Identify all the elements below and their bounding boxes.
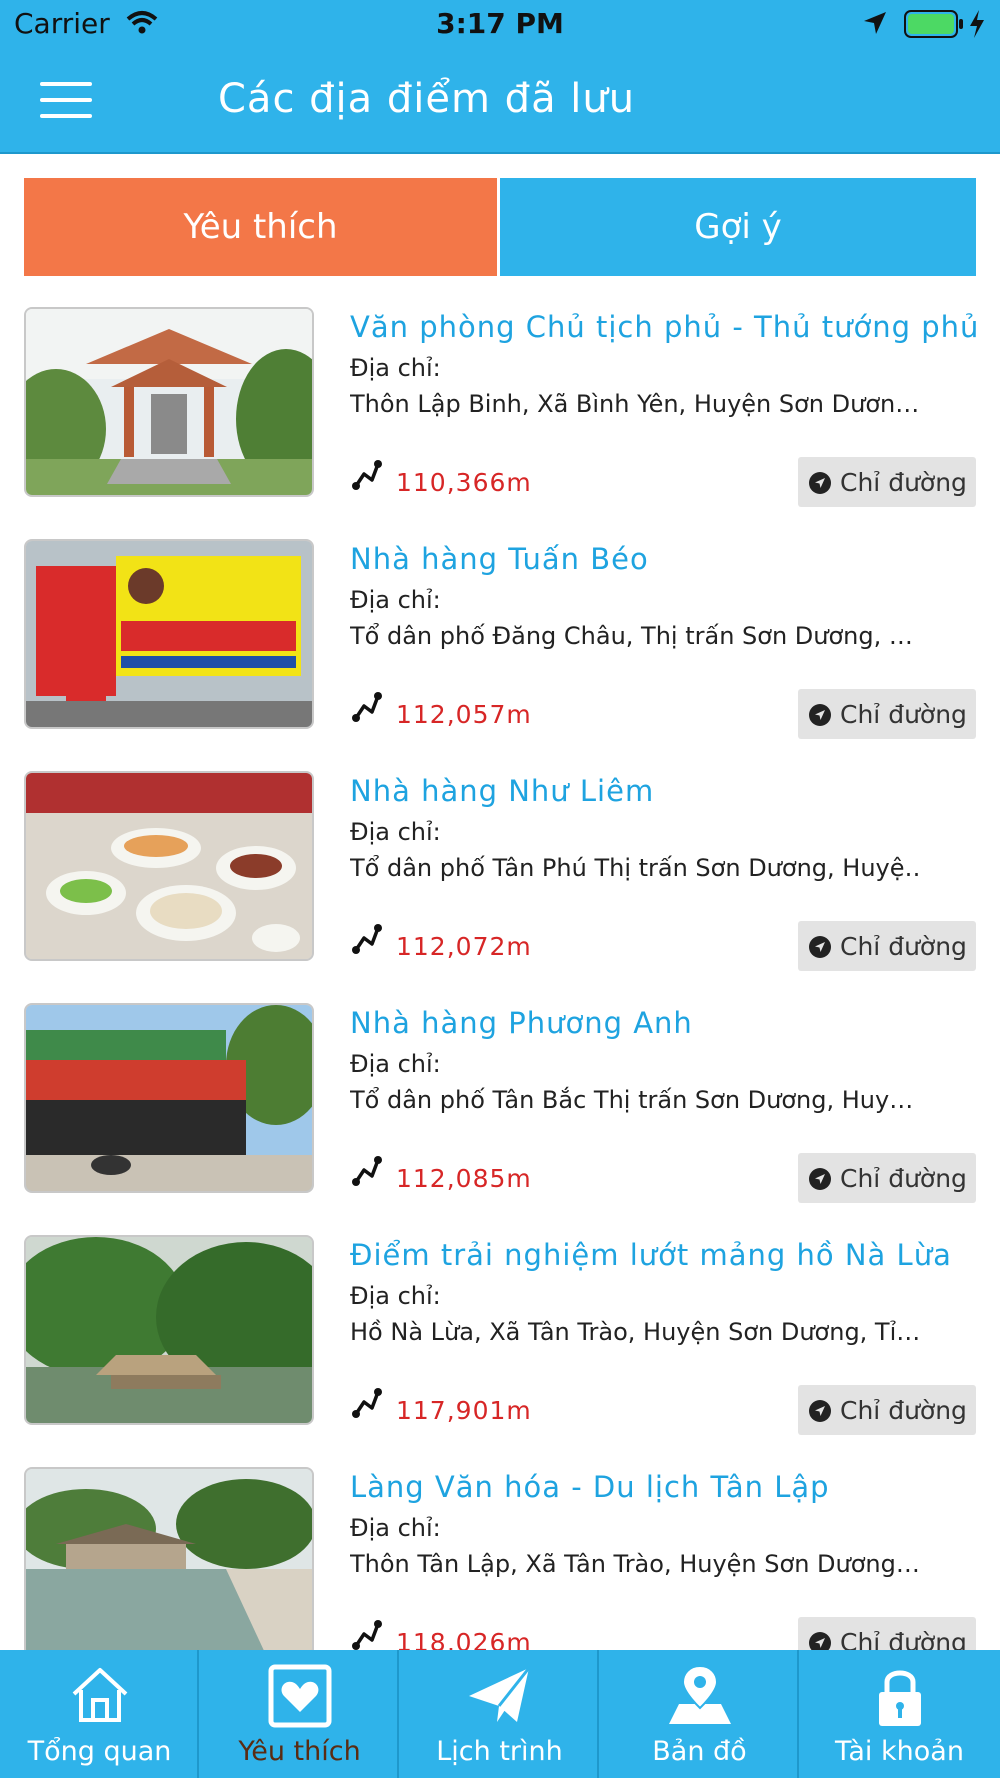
distance-text: 112,057m [396,700,532,729]
map-pin-icon [600,1664,799,1730]
location-arrow-icon [862,10,888,40]
address-text: Hồ Nà Lừa, Xã Tân Trào, Huyện Sơn Dương,… [350,1318,920,1346]
place-list[interactable]: Văn phòng Chủ tịch phủ - Thủ tướng phủ Đ… [0,302,1000,1650]
place-name[interactable]: Văn phòng Chủ tịch phủ - Thủ tướng phủ [350,310,979,344]
tab-suggestions[interactable]: Gợi ý [500,178,976,276]
battery-icon [904,10,964,42]
address-text: Thôn Tân Lập, Xã Tân Trào, Huyện Sơn Dươ… [350,1550,920,1578]
directions-button[interactable]: Chỉ đường [798,1617,976,1650]
directions-button[interactable]: Chỉ đường [798,689,976,739]
place-thumbnail [24,771,314,961]
route-icon [350,1386,384,1424]
route-icon [350,1154,384,1192]
clock-label: 3:17 PM [436,7,564,40]
directions-label: Chỉ đường [840,700,967,729]
navigation-bar: Các địa điểm đã lưu [0,48,1000,154]
navigation-icon [808,1631,832,1650]
list-item[interactable]: Làng Văn hóa - Du lịch Tân Lập Địa chỉ: … [0,1462,1000,1650]
navigation-icon [808,1399,832,1427]
tab-itinerary[interactable]: Lịch trình [400,1650,599,1778]
directions-label: Chỉ đường [840,1396,967,1425]
directions-label: Chỉ đường [840,932,967,961]
address-label: Địa chỉ: [350,1050,441,1078]
address-text: Tổ dân phố Tân Phú Thị trấn Sơn Dương, H… [350,854,920,882]
page-title: Các địa điểm đã lưu [218,76,636,122]
tab-label: Tổng quan [27,1736,172,1767]
distance-text: 110,366m [396,468,532,497]
place-thumbnail [24,307,314,497]
status-bar: Carrier 3:17 PM [0,0,1000,48]
navigation-icon [808,703,832,731]
tab-label: Tài khoản [835,1736,964,1767]
tab-label: Yêu thích [238,1736,361,1767]
route-icon [350,690,384,728]
place-thumbnail [24,1235,314,1425]
directions-button[interactable]: Chỉ đường [798,921,976,971]
address-label: Địa chỉ: [350,586,441,614]
tab-favorites-bottom[interactable]: Yêu thích [200,1650,399,1778]
tab-favorites[interactable]: Yêu thích [24,178,497,276]
directions-label: Chỉ đường [840,1628,967,1650]
address-text: Tổ dân phố Tân Bắc Thị trấn Sơn Dương, H… [350,1086,914,1114]
place-thumbnail [24,1003,314,1193]
distance-text: 112,085m [396,1164,532,1193]
address-label: Địa chỉ: [350,1514,441,1542]
tab-label: Bản đồ [652,1736,747,1767]
list-item[interactable]: Nhà hàng Tuấn Béo Địa chỉ: Tổ dân phố Đă… [0,534,1000,766]
directions-label: Chỉ đường [840,468,967,497]
directions-button[interactable]: Chỉ đường [798,1385,976,1435]
list-item[interactable]: Điểm trải nghiệm lướt mảng hồ Nà Lừa Địa… [0,1230,1000,1462]
place-name[interactable]: Nhà hàng Như Liêm [350,774,654,808]
route-icon [350,922,384,960]
place-thumbnail [24,539,314,729]
navigation-icon [808,471,832,499]
paper-plane-icon [400,1664,599,1730]
tab-account[interactable]: Tài khoản [800,1650,1000,1778]
lock-icon [800,1664,999,1732]
directions-button[interactable]: Chỉ đường [798,1153,976,1203]
list-item[interactable]: Nhà hàng Phương Anh Địa chỉ: Tổ dân phố … [0,998,1000,1230]
directions-button[interactable]: Chỉ đường [798,457,976,507]
hamburger-icon[interactable] [40,82,92,118]
heart-icon [200,1664,399,1732]
charging-icon [968,9,986,43]
place-name[interactable]: Điểm trải nghiệm lướt mảng hồ Nà Lừa [350,1238,952,1272]
tab-label: Lịch trình [436,1736,563,1767]
directions-label: Chỉ đường [840,1164,967,1193]
route-icon [350,458,384,496]
address-label: Địa chỉ: [350,818,441,846]
address-text: Thôn Lập Binh, Xã Bình Yên, Huyện Sơn Dư… [350,390,920,418]
navigation-icon [808,935,832,963]
distance-text: 118,026m [396,1628,532,1650]
distance-text: 117,901m [396,1396,532,1425]
address-label: Địa chỉ: [350,1282,441,1310]
place-name[interactable]: Làng Văn hóa - Du lịch Tân Lập [350,1470,830,1504]
route-icon [350,1618,384,1650]
home-icon [0,1664,199,1730]
segment-tabs: Yêu thích Gợi ý [24,178,976,276]
navigation-icon [808,1167,832,1195]
list-item[interactable]: Văn phòng Chủ tịch phủ - Thủ tướng phủ Đ… [0,302,1000,534]
place-name[interactable]: Nhà hàng Phương Anh [350,1006,693,1040]
place-name[interactable]: Nhà hàng Tuấn Béo [350,542,649,576]
bottom-tab-bar: Tổng quan Yêu thích Lịch trình Bản đồ Tà… [0,1650,1000,1778]
tab-map[interactable]: Bản đồ [600,1650,799,1778]
address-label: Địa chỉ: [350,354,441,382]
distance-text: 112,072m [396,932,532,961]
address-text: Tổ dân phố Đăng Châu, Thị trấn Sơn Dương… [350,622,913,650]
tab-overview[interactable]: Tổng quan [0,1650,199,1778]
list-item[interactable]: Nhà hàng Như Liêm Địa chỉ: Tổ dân phố Tâ… [0,766,1000,998]
place-thumbnail [24,1467,314,1650]
